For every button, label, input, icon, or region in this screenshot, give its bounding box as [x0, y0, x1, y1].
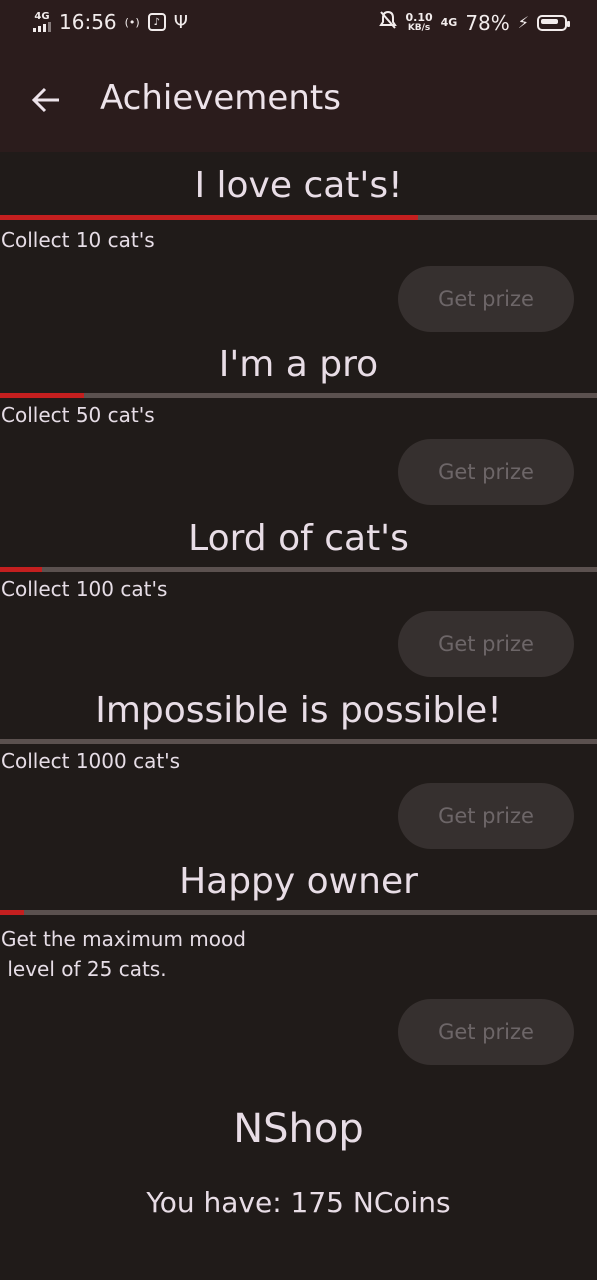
- network-type: 4G: [34, 11, 50, 22]
- progress-fill: [0, 567, 42, 572]
- battery-icon: [537, 14, 570, 31]
- progress-bar: [0, 567, 597, 572]
- mute-bell-icon: [379, 10, 398, 35]
- data-rate: 0.10 KB/s: [405, 10, 433, 33]
- achievement-description: Collect 100 cat's: [1, 577, 168, 601]
- progress-bar: [0, 910, 597, 915]
- get-prize-button[interactable]: Get prize: [398, 783, 574, 849]
- status-right: 0.10 KB/s 4G 78% ⚡: [379, 10, 570, 35]
- signal-icon: 4G: [33, 12, 51, 32]
- achievement-title: Impossible is possible!: [95, 690, 502, 731]
- back-button[interactable]: [28, 82, 64, 118]
- arrow-left-icon: [31, 87, 59, 113]
- app-notification-icon: ♪: [147, 13, 166, 31]
- get-prize-button[interactable]: Get prize: [398, 999, 574, 1065]
- progress-fill: [0, 215, 418, 220]
- charging-icon: ⚡: [517, 13, 529, 32]
- achievement-description: Collect 10 cat's: [1, 228, 155, 252]
- get-prize-button[interactable]: Get prize: [398, 266, 574, 332]
- achievement-description: Collect 50 cat's: [1, 403, 155, 427]
- page-title: Achievements: [100, 78, 341, 118]
- progress-bar: [0, 393, 597, 398]
- status-bar: 4G 16:56 (•) ♪ Ψ 0.10 KB/s 4G 78% ⚡: [0, 0, 597, 48]
- coin-balance: You have: 175 NCoins: [146, 1186, 451, 1219]
- achievement-description: Collect 1000 cat's: [1, 749, 181, 773]
- app-bar: Achievements: [0, 48, 597, 152]
- progress-fill: [0, 910, 24, 915]
- hotspot-icon: (•): [124, 15, 140, 29]
- achievement-title: Lord of cat's: [188, 518, 409, 559]
- achievement-title: Happy owner: [179, 861, 418, 902]
- achievement-description: Get the maximum mood level of 25 cats.: [1, 927, 246, 981]
- status-left: 4G 16:56 (•) ♪ Ψ: [33, 10, 188, 34]
- progress-bar: [0, 739, 597, 744]
- achievement-title: I love cat's!: [194, 165, 403, 206]
- get-prize-button[interactable]: Get prize: [398, 611, 574, 677]
- achievement-title: I'm a pro: [218, 344, 379, 385]
- battery-percent: 78%: [465, 10, 510, 35]
- progress-bar: [0, 215, 597, 220]
- shop-title: NShop: [233, 1106, 364, 1152]
- get-prize-button[interactable]: Get prize: [398, 439, 574, 505]
- usb-icon: Ψ: [173, 11, 188, 33]
- clock: 16:56: [59, 10, 117, 34]
- progress-fill: [0, 393, 84, 398]
- network-type-2: 4G: [440, 15, 458, 29]
